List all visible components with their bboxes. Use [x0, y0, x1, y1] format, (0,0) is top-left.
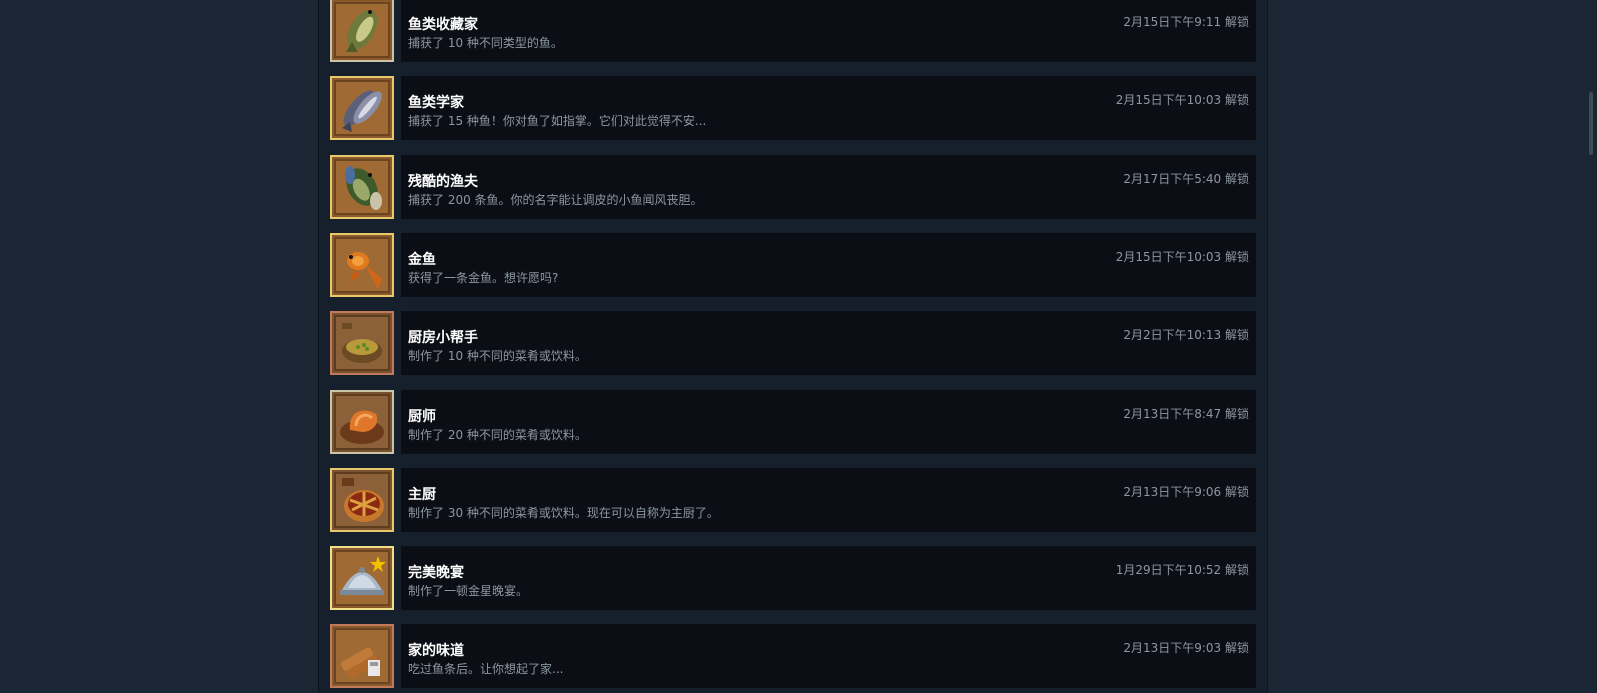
scrollbar-thumb[interactable] [1589, 92, 1593, 155]
achievement-description: 捕获了 200 条鱼。你的名字能让调皮的小鱼闻风丧胆。 [408, 193, 703, 207]
achievement-row: 鱼类收藏家 捕获了 10 种不同类型的鱼。 2月15日下午9:11 解锁 [330, 0, 1256, 63]
achievement-card: 鱼类收藏家 捕获了 10 种不同类型的鱼。 2月15日下午9:11 解锁 [401, 0, 1256, 62]
achievement-row: 厨房小帮手 制作了 10 种不同的菜肴或饮料。 2月2日下午10:13 解锁 [330, 311, 1256, 376]
ichthyologist-icon [330, 76, 394, 140]
achievement-title: 完美晚宴 [408, 565, 464, 581]
cook-icon [330, 390, 394, 454]
achievement-title: 金鱼 [408, 252, 436, 268]
achievement-description: 吃过鱼条后。让你想起了家... [408, 662, 564, 676]
unlock-time: 2月13日下午9:03 解锁 [1123, 641, 1249, 655]
achievement-description: 获得了一条金鱼。想许愿吗? [408, 271, 559, 285]
achievement-title: 鱼类收藏家 [408, 17, 478, 33]
unlock-time: 1月29日下午10:52 解锁 [1115, 563, 1249, 577]
achievement-description: 捕获了 10 种不同类型的鱼。 [408, 36, 563, 50]
achievement-card: 家的味道 吃过鱼条后。让你想起了家... 2月13日下午9:03 解锁 [401, 624, 1256, 688]
unlock-time: 2月15日下午10:03 解锁 [1115, 93, 1249, 107]
achievement-row: 主厨 制作了 30 种不同的菜肴或饮料。现在可以自称为主厨了。 2月13日下午9… [330, 468, 1256, 533]
achievement-row: 家的味道 吃过鱼条后。让你想起了家... 2月13日下午9:03 解锁 [330, 624, 1256, 689]
achievement-row: 残酷的渔夫 捕获了 200 条鱼。你的名字能让调皮的小鱼闻风丧胆。 2月17日下… [330, 155, 1256, 220]
perfect-dinner-icon [330, 546, 394, 610]
achievement-card: 鱼类学家 捕获了 15 种鱼！你对鱼了如指掌。它们对此觉得不安... 2月15日… [401, 76, 1256, 140]
unlock-time: 2月15日下午9:11 解锁 [1123, 15, 1249, 29]
achievement-card: 主厨 制作了 30 种不同的菜肴或饮料。现在可以自称为主厨了。 2月13日下午9… [401, 468, 1256, 532]
achievement-title: 厨师 [408, 409, 436, 425]
achievement-row: 鱼类学家 捕获了 15 种鱼！你对鱼了如指掌。它们对此觉得不安... 2月15日… [330, 76, 1256, 141]
goldfish-icon [330, 233, 394, 297]
achievement-title: 家的味道 [408, 643, 464, 659]
achievement-title: 残酷的渔夫 [408, 174, 478, 190]
ruthless-fisherman-icon [330, 155, 394, 219]
unlock-time: 2月13日下午9:06 解锁 [1123, 485, 1249, 499]
achievement-description: 制作了一顿金星晚宴。 [408, 584, 529, 598]
taste-of-home-icon [330, 624, 394, 688]
achievement-title: 主厨 [408, 487, 436, 503]
unlock-time: 2月15日下午10:03 解锁 [1115, 250, 1249, 264]
achievement-card: 金鱼 获得了一条金鱼。想许愿吗? 2月15日下午10:03 解锁 [401, 233, 1256, 297]
unlock-time: 2月17日下午5:40 解锁 [1123, 172, 1249, 186]
achievement-card: 厨房小帮手 制作了 10 种不同的菜肴或饮料。 2月2日下午10:13 解锁 [401, 311, 1256, 375]
unlock-time: 2月13日下午8:47 解锁 [1123, 407, 1249, 421]
achievement-title: 厨房小帮手 [408, 330, 478, 346]
achievement-card: 完美晚宴 制作了一顿金星晚宴。 1月29日下午10:52 解锁 [401, 546, 1256, 610]
achievement-description: 制作了 20 种不同的菜肴或饮料。 [408, 428, 587, 442]
achievement-row: 厨师 制作了 20 种不同的菜肴或饮料。 2月13日下午8:47 解锁 [330, 390, 1256, 455]
achievement-description: 制作了 10 种不同的菜肴或饮料。 [408, 349, 587, 363]
head-chef-icon [330, 468, 394, 532]
achievement-description: 制作了 30 种不同的菜肴或饮料。现在可以自称为主厨了。 [408, 506, 719, 520]
achievement-card: 残酷的渔夫 捕获了 200 条鱼。你的名字能让调皮的小鱼闻风丧胆。 2月17日下… [401, 155, 1256, 219]
achievement-card: 厨师 制作了 20 种不同的菜肴或饮料。 2月13日下午8:47 解锁 [401, 390, 1256, 454]
unlock-time: 2月2日下午10:13 解锁 [1123, 328, 1249, 342]
fish-collector-icon [330, 0, 394, 62]
achievement-row: 金鱼 获得了一条金鱼。想许愿吗? 2月15日下午10:03 解锁 [330, 233, 1256, 298]
achievement-title: 鱼类学家 [408, 95, 464, 111]
achievement-description: 捕获了 15 种鱼！你对鱼了如指掌。它们对此觉得不安... [408, 114, 707, 128]
achievement-row: 完美晚宴 制作了一顿金星晚宴。 1月29日下午10:52 解锁 [330, 546, 1256, 611]
kitchen-helper-icon [330, 311, 394, 375]
